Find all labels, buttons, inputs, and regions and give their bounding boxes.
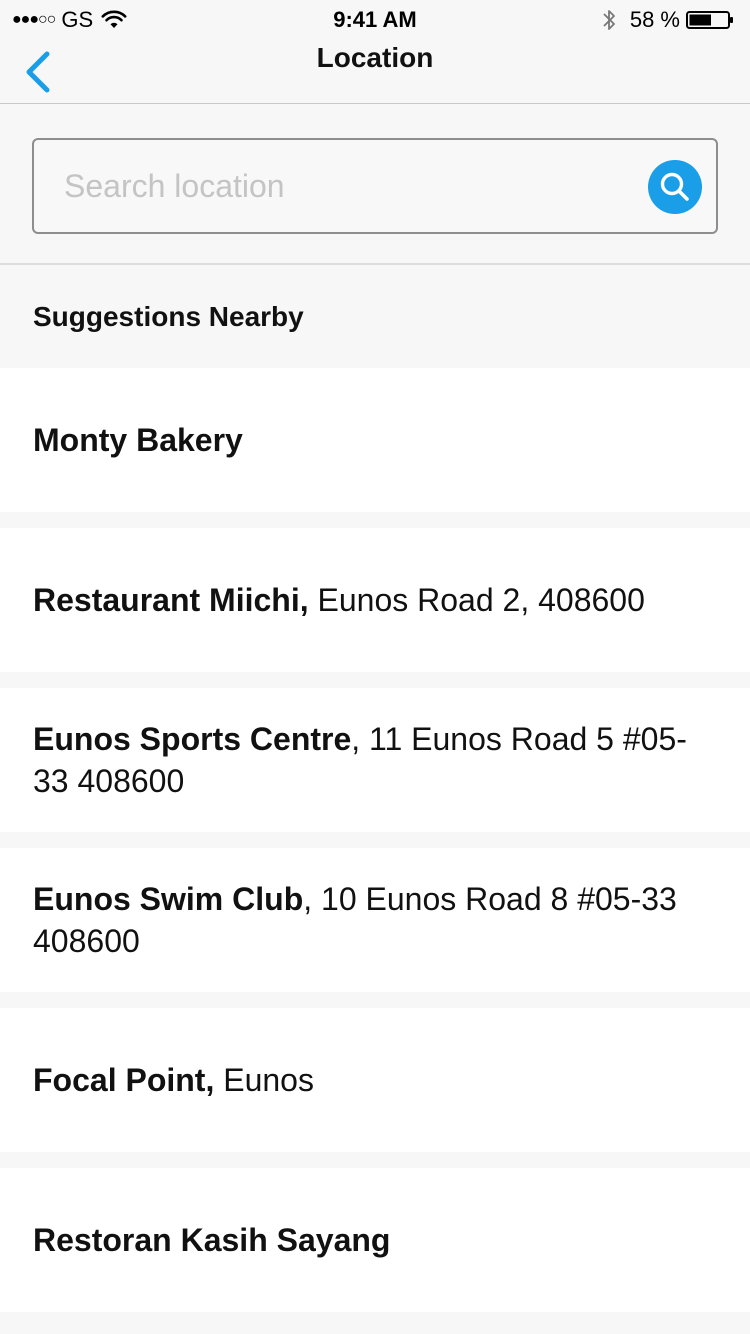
suggestions-list: Monty Bakery Restaurant Miichi, Eunos Ro… (0, 368, 750, 1328)
search-input[interactable] (64, 140, 634, 232)
status-right: 58 % (602, 8, 734, 32)
search-box (32, 138, 718, 234)
battery-percent: 58 % (629, 7, 680, 32)
search-button[interactable] (648, 160, 702, 214)
bluetooth-icon (603, 10, 615, 30)
list-item-text: Eunos Swim Club, 10 Eunos Road 8 #05-33 … (33, 878, 717, 962)
place-address: Eunos Road 2, 408600 (308, 582, 645, 618)
status-bar: ●●●○○ GS 9:41 AM 58 % (0, 0, 750, 40)
place-name: Focal Point, (33, 1062, 215, 1098)
list-item[interactable]: Eunos Swim Club, 10 Eunos Road 8 #05-33 … (0, 848, 750, 992)
list-item-text: Restoran Kasih Sayang (33, 1219, 390, 1261)
place-name: Monty Bakery (33, 422, 243, 458)
place-address: Eunos (214, 1062, 314, 1098)
list-item[interactable]: Restaurant Miichi, Eunos Road 2, 408600 (0, 528, 750, 672)
navigation-bar: Location (0, 40, 750, 104)
list-item-text: Focal Point, Eunos (33, 1059, 314, 1101)
search-area (0, 105, 750, 265)
place-name: Eunos Swim Club (33, 881, 304, 917)
place-name: Restoran Kasih Sayang (33, 1222, 391, 1258)
battery-icon (686, 11, 733, 29)
list-item-text: Monty Bakery (33, 419, 243, 461)
place-name: Restaurant Miichi, (33, 582, 309, 618)
list-item[interactable]: Monty Bakery (0, 368, 750, 512)
list-item[interactable]: Eunos Sports Centre, 11 Eunos Road 5 #05… (0, 688, 750, 832)
search-icon (660, 172, 689, 201)
section-title: Suggestions Nearby (33, 301, 304, 332)
list-item[interactable]: Restoran Kasih Sayang (0, 1168, 750, 1312)
page-title: Location (316, 42, 434, 73)
list-item-text: Restaurant Miichi, Eunos Road 2, 408600 (33, 579, 645, 621)
list-item-text: Eunos Sports Centre, 11 Eunos Road 5 #05… (33, 718, 717, 802)
list-item[interactable]: Focal Point, Eunos (0, 1008, 750, 1152)
place-name: Eunos Sports Centre (33, 721, 352, 757)
section-header: Suggestions Nearby (0, 267, 750, 367)
